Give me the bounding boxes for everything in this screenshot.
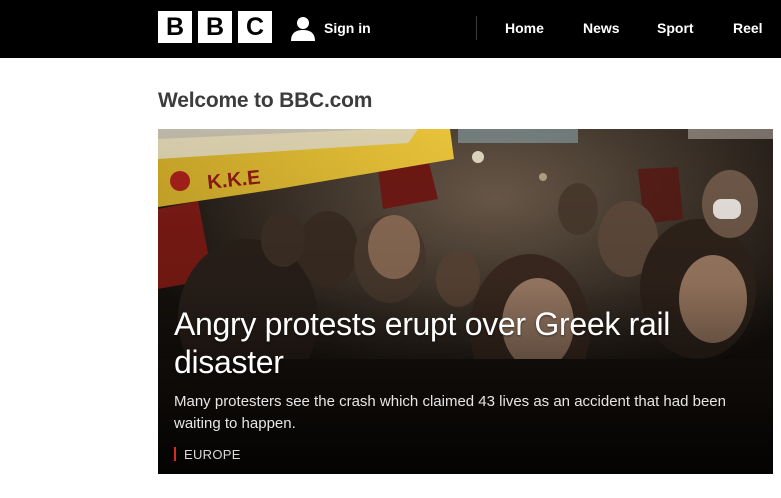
nav-item-sport[interactable]: Sport <box>657 20 694 36</box>
nav-item-reel[interactable]: Reel <box>733 20 763 36</box>
logo-letter-c: C <box>238 11 272 43</box>
nav-item-home[interactable]: Home <box>505 20 544 36</box>
hero-summary: Many protesters see the crash which clai… <box>174 393 726 432</box>
nav-item-news[interactable]: News <box>583 20 620 36</box>
tag-accent-bar <box>174 447 176 461</box>
sign-in-label: Sign in <box>324 20 371 36</box>
user-icon <box>290 15 316 41</box>
hero-section-tag[interactable]: EUROPE <box>174 445 241 463</box>
sign-in-button[interactable]: Sign in <box>290 13 371 43</box>
top-navigation-bar: B B C Sign in Home News Sport Reel <box>0 0 781 58</box>
hero-headline[interactable]: Angry protests erupt over Greek rail dis… <box>174 305 754 381</box>
page-title: Welcome to BBC.com <box>158 89 373 112</box>
logo-letter-b1: B <box>158 11 192 43</box>
hero-story-card[interactable]: K.K.E Angry protests erupt over Greek ra… <box>158 129 773 474</box>
nav-divider <box>476 16 477 40</box>
tag-label[interactable]: EUROPE <box>184 447 241 462</box>
bbc-logo[interactable]: B B C <box>158 11 272 43</box>
logo-letter-b2: B <box>198 11 232 43</box>
